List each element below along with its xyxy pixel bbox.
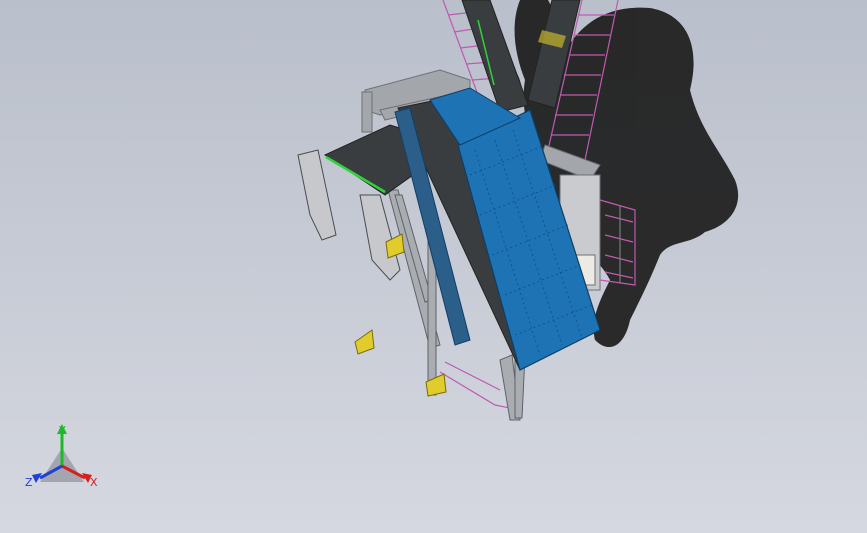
z-axis-label: Z bbox=[25, 476, 33, 489]
y-axis-label: Y bbox=[58, 424, 66, 437]
assembly-model[interactable] bbox=[0, 0, 867, 533]
coordinate-triad: Y X Z bbox=[25, 424, 98, 489]
x-axis-label: X bbox=[90, 476, 98, 489]
3d-viewport[interactable]: Y X Z bbox=[0, 0, 867, 533]
